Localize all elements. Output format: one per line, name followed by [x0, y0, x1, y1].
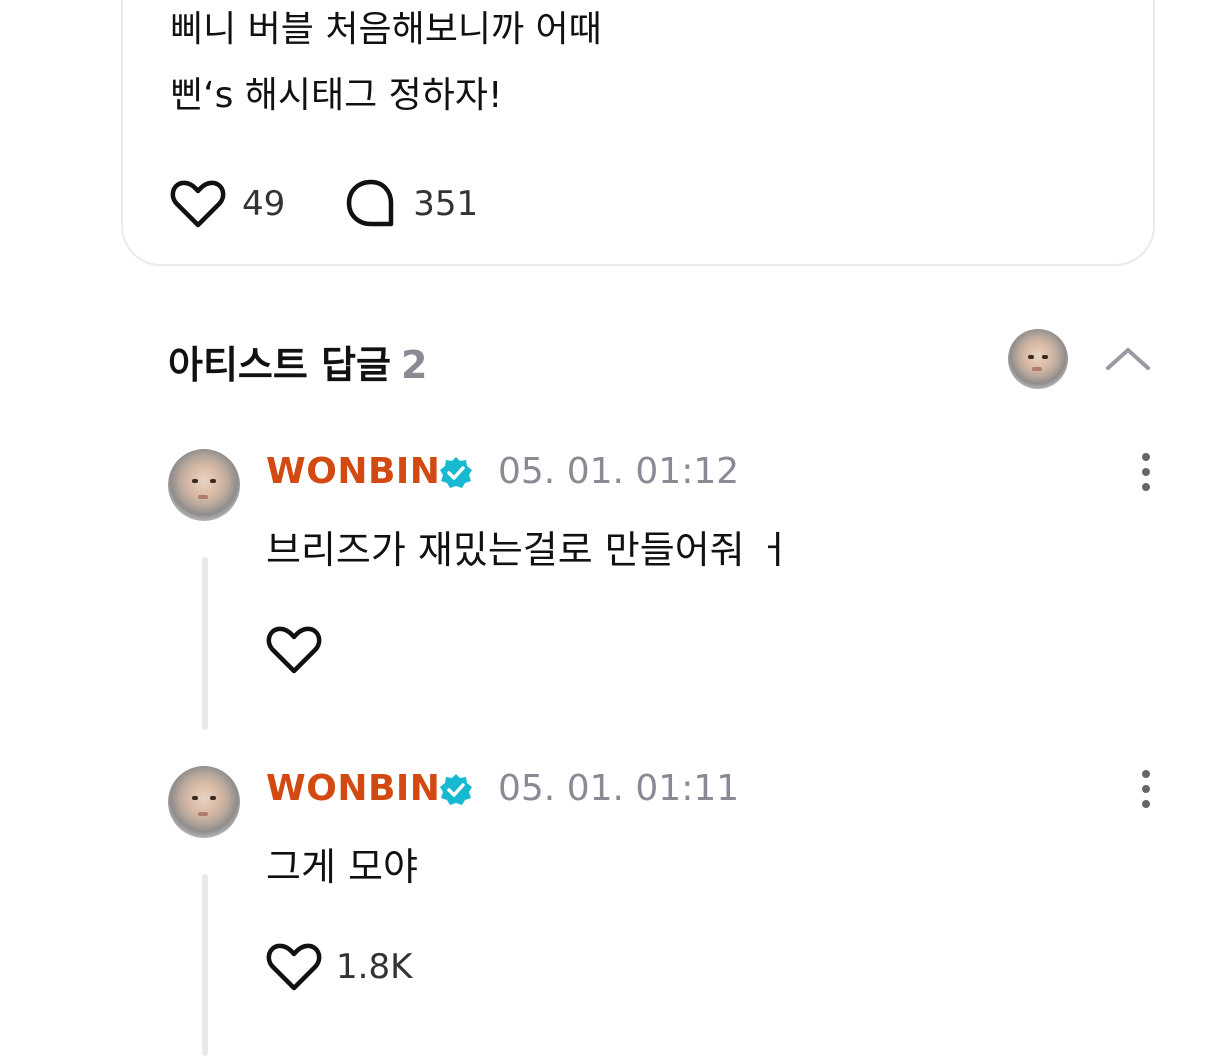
post-like-button[interactable]: 49: [170, 179, 285, 229]
post-like-count: 49: [242, 184, 286, 224]
heart-icon: [266, 626, 322, 674]
avatar-eye: [210, 479, 216, 483]
artist-avatar[interactable]: [1008, 329, 1068, 389]
avatar-eye: [192, 479, 198, 483]
thread-line: [202, 557, 208, 730]
reply-like-button[interactable]: [266, 625, 336, 675]
avatar-mouth: [1032, 367, 1042, 371]
reply-author-name[interactable]: WONBIN: [266, 451, 440, 492]
reply-item: WONBIN 05. 01. 01:11 그게 모야 1.8K: [168, 766, 1168, 1056]
reply-like-button[interactable]: 1.8K: [266, 942, 412, 992]
thread-line: [202, 874, 208, 1056]
reply-author-name[interactable]: WONBIN: [266, 768, 440, 809]
post-text-line-1: 삐니 버블 처음해보니까 어때: [170, 9, 602, 50]
verified-badge-icon: [440, 457, 472, 488]
chevron-up-icon[interactable]: [1104, 338, 1152, 378]
reply-timestamp: 05. 01. 01:11: [498, 768, 740, 809]
avatar-eye: [1028, 355, 1034, 359]
heart-icon: [266, 943, 322, 991]
reply-text: 그게 모야: [266, 845, 418, 889]
more-vertical-icon[interactable]: [1134, 768, 1158, 810]
post-text-line-2: 삔‘s 해시태그 정하자!: [170, 75, 503, 116]
post-comment-button[interactable]: 351: [345, 178, 478, 230]
artist-replies-label: 아티스트 답글: [168, 343, 391, 387]
reply-author-avatar[interactable]: [168, 766, 240, 838]
avatar-mouth: [198, 812, 208, 816]
avatar-eye: [210, 796, 216, 800]
comment-bubble-icon: [347, 179, 394, 227]
heart-icon: [170, 180, 226, 228]
avatar-eye: [192, 796, 198, 800]
artist-replies-screen: 삐니 버블 처음해보니까 어때 삔‘s 해시태그 정하자! 49 351 아티스…: [0, 0, 1206, 1056]
reply-text: 브리즈가 재밌는걸로 만들어줘 ㅓ: [266, 528, 792, 572]
artist-replies-count: 2: [401, 343, 428, 387]
avatar-eye: [1042, 355, 1048, 359]
more-vertical-icon[interactable]: [1134, 451, 1158, 493]
verified-badge-icon: [440, 774, 472, 805]
avatar-mouth: [198, 495, 208, 499]
artist-replies-title: 아티스트 답글 2: [168, 334, 427, 389]
reply-item: WONBIN 05. 01. 01:12 브리즈가 재밌는걸로 만들어줘 ㅓ: [168, 449, 1168, 739]
post-actions: 49 351: [170, 176, 478, 232]
reply-like-count: 1.8K: [336, 947, 413, 987]
reply-timestamp: 05. 01. 01:12: [498, 451, 740, 492]
post-comment-count: 351: [413, 184, 479, 224]
reply-author-avatar[interactable]: [168, 449, 240, 521]
